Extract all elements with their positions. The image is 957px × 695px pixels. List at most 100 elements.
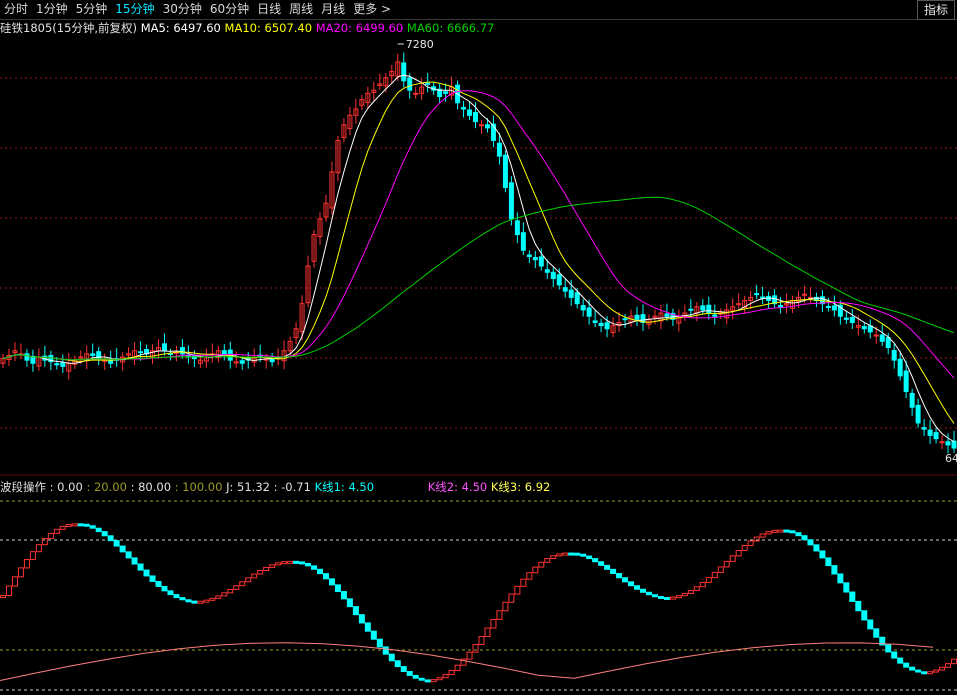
oscillator-bar bbox=[191, 600, 198, 604]
tab-15min[interactable]: 15分钟 bbox=[111, 0, 158, 19]
candle-body bbox=[461, 106, 467, 110]
oscillator-bar bbox=[406, 670, 413, 676]
oscillator-bar bbox=[681, 592, 688, 597]
tab-monthly[interactable]: 月线 bbox=[317, 0, 349, 19]
j-change: : -0.71 bbox=[273, 480, 311, 494]
oscillator-bar bbox=[723, 560, 730, 568]
tab-60min[interactable]: 60分钟 bbox=[206, 0, 253, 19]
candle-body bbox=[520, 232, 526, 251]
candle-body bbox=[760, 296, 766, 299]
tab-weekly[interactable]: 周线 bbox=[285, 0, 317, 19]
oscillator-bar bbox=[412, 674, 419, 679]
oscillator-bar bbox=[35, 544, 42, 553]
oscillator-bar bbox=[448, 669, 455, 676]
candle-body bbox=[443, 91, 449, 94]
tab-30min[interactable]: 30分钟 bbox=[159, 0, 206, 19]
oscillator-bar bbox=[89, 525, 96, 529]
oscillator-bar bbox=[813, 544, 820, 552]
oscillator-bar bbox=[867, 619, 874, 630]
oscillator-bar bbox=[645, 591, 652, 596]
tab-daily[interactable]: 日线 bbox=[253, 0, 285, 19]
oscillator-bar bbox=[155, 580, 162, 587]
oscillator-bar bbox=[71, 523, 78, 527]
oscillator-bar bbox=[340, 591, 347, 600]
candle-body bbox=[90, 353, 96, 356]
candle-body bbox=[945, 441, 951, 446]
oscillator-bar bbox=[418, 677, 425, 681]
oscillator-bar bbox=[801, 535, 808, 541]
candle-body bbox=[269, 359, 275, 363]
candle-body bbox=[879, 334, 885, 342]
tab-more[interactable]: 更多 > bbox=[349, 0, 395, 19]
oscillator-bar bbox=[466, 651, 473, 660]
oscillator-bar bbox=[909, 666, 916, 671]
tab-1min[interactable]: 1分钟 bbox=[32, 0, 72, 19]
oscillator-bar bbox=[580, 553, 587, 557]
oscillator-bar bbox=[149, 575, 156, 582]
tab-timeshare[interactable]: 分时 bbox=[0, 0, 32, 19]
oscillator-bar bbox=[532, 566, 539, 574]
oscillator-bar bbox=[855, 600, 862, 612]
oscillator-bar bbox=[484, 627, 491, 637]
oscillator-bar bbox=[11, 576, 18, 587]
candle-body bbox=[897, 358, 903, 377]
oscillator-bar bbox=[5, 585, 12, 597]
candle-body bbox=[915, 404, 921, 424]
candle-body bbox=[532, 257, 538, 261]
kline-chart[interactable]: 7280 64 bbox=[0, 0, 957, 695]
oscillator-bar bbox=[472, 644, 479, 653]
oscillator-bar bbox=[251, 573, 258, 579]
oscillator-bar bbox=[807, 539, 814, 546]
oscillator-bar bbox=[394, 660, 401, 668]
candle-body bbox=[425, 82, 431, 85]
oscillator-bar bbox=[741, 545, 748, 552]
candle-body bbox=[706, 304, 712, 314]
indicator-button[interactable]: 指标 bbox=[916, 0, 955, 20]
candle-body bbox=[927, 429, 933, 436]
oscillator-bar bbox=[221, 592, 228, 597]
oscillator-bar bbox=[939, 666, 946, 671]
oscillator-bar bbox=[663, 597, 670, 601]
oscillator-bar bbox=[849, 591, 856, 602]
candle-body bbox=[604, 322, 610, 330]
candle-body bbox=[24, 353, 30, 361]
candle-body bbox=[179, 347, 185, 355]
oscillator-bar bbox=[17, 567, 24, 578]
oscillator-bar bbox=[77, 523, 84, 527]
ma5-value: MA5: 6497.60 bbox=[140, 21, 221, 35]
oscillator-bar bbox=[526, 572, 533, 580]
tab-5min[interactable]: 5分钟 bbox=[72, 0, 112, 19]
oscillator-bar bbox=[490, 618, 497, 629]
oscillator-bar bbox=[179, 597, 186, 601]
oscillator-bar bbox=[209, 597, 216, 601]
oscillator-bar bbox=[257, 570, 264, 575]
candle-body bbox=[921, 427, 927, 430]
oscillator-bar bbox=[789, 530, 796, 534]
oscillator-bar bbox=[364, 622, 371, 632]
oscillator-bar bbox=[358, 614, 365, 624]
level-80: : 80.00 bbox=[130, 480, 172, 494]
oscillator-bar bbox=[59, 525, 66, 530]
candle-body bbox=[939, 441, 945, 444]
candle-body bbox=[580, 305, 586, 311]
j-value: J: 51.32 bbox=[226, 480, 270, 494]
oscillator-bar bbox=[197, 600, 204, 604]
candle-body bbox=[478, 124, 484, 127]
candle-body bbox=[801, 293, 807, 296]
oscillator-bar bbox=[639, 588, 646, 593]
candle-body bbox=[60, 362, 66, 367]
oscillator-bar bbox=[400, 666, 407, 672]
oscillator-bar bbox=[604, 564, 611, 570]
candle-body bbox=[221, 350, 227, 355]
oscillator-bar bbox=[873, 628, 880, 638]
oscillator-bar bbox=[215, 595, 222, 599]
candle-body bbox=[550, 271, 556, 280]
oscillator-bar bbox=[143, 569, 150, 577]
ma20-line bbox=[2, 90, 955, 379]
sub-legend: 波段操作 : 0.00 : 20.00 : 80.00 : 100.00 J: … bbox=[0, 479, 550, 495]
candle-body bbox=[909, 392, 915, 408]
candle-body bbox=[736, 303, 742, 306]
oscillator-bar bbox=[634, 585, 641, 590]
candle-body bbox=[496, 142, 502, 157]
candle-body bbox=[951, 440, 957, 449]
